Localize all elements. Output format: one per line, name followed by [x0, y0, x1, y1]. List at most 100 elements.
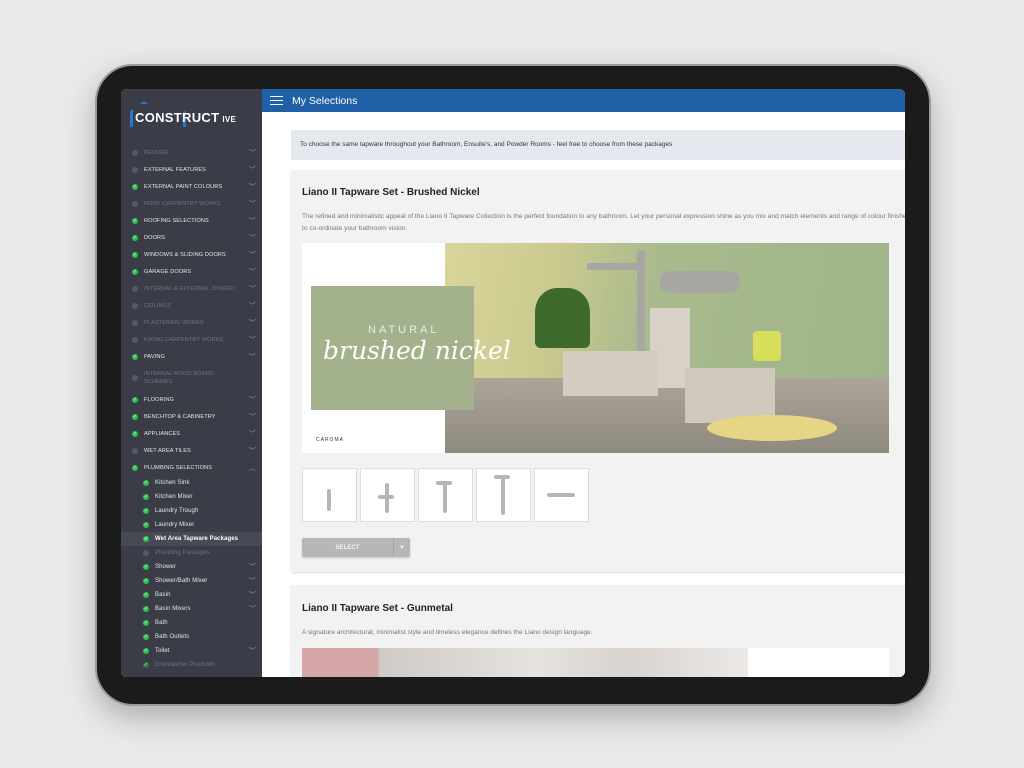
sidebar-item[interactable]: ✓ EXTERNAL PAINT COLOURS ﹀: [121, 178, 262, 195]
sidebar-item[interactable]: FIXING CARPENTRY WORKS ﹀: [121, 331, 262, 348]
sidebar-item-label: ROOFING SELECTIONS: [144, 217, 209, 224]
sidebar-item[interactable]: RENDER ﹀: [121, 144, 262, 161]
sidebar-item-label: EXTERNAL FEATURES: [144, 166, 206, 173]
thumbnail[interactable]: [476, 468, 531, 522]
sidebar-subitem[interactable]: ✓ Wet Area Tapware Packages: [121, 532, 262, 546]
sidebar-item[interactable]: ✓ BENCHTOP & CABINETRY ﹀: [121, 408, 262, 425]
thumbnail[interactable]: [534, 468, 589, 522]
status-dot-icon: [132, 375, 138, 381]
check-circle-icon: ✓: [132, 353, 138, 360]
sidebar-item-label: ROOF CARPENTRY WORKS: [144, 200, 221, 207]
menu-icon[interactable]: [270, 95, 283, 106]
package-description: A signature architectural, minimalist st…: [302, 629, 593, 636]
status-dot-icon: [132, 336, 138, 343]
status-dot-icon: [143, 550, 149, 556]
chevron-down-icon[interactable]: ﹀: [249, 429, 256, 439]
sidebar-subitem[interactable]: ✓ Bath Outlets: [121, 630, 262, 644]
sidebar-item-label: WET AREA TILES: [144, 447, 191, 454]
sidebar-item[interactable]: ROOF CARPENTRY WORKS ﹀: [121, 195, 262, 212]
chevron-down-icon[interactable]: ﹀: [249, 335, 256, 345]
sidebar-subitem[interactable]: Plumbing Packages: [121, 546, 262, 560]
chevron-down-icon[interactable]: ﹀: [249, 216, 256, 226]
chevron-down-icon[interactable]: ﹀: [249, 301, 256, 311]
sidebar-item-label: Laundry Trough: [155, 508, 199, 514]
chevron-down-icon[interactable]: ﹀: [249, 318, 256, 328]
sidebar-item-label: Shower/Bath Mixer: [155, 578, 208, 584]
sidebar-item-label: Bath: [155, 620, 168, 626]
chevron-down-icon[interactable]: ﹀: [249, 395, 256, 405]
sidebar-item[interactable]: ✓ WINDOWS & SLIDING DOORS ﹀: [121, 246, 262, 263]
sidebar-item[interactable]: ✓ DOORS ﹀: [121, 229, 262, 246]
sidebar-item[interactable]: ✓ ROOFING SELECTIONS ﹀: [121, 212, 262, 229]
sidebar-subitem[interactable]: ✓ Shower/Bath Mixer ﹀: [121, 574, 262, 588]
check-circle-icon: ✓: [132, 430, 138, 437]
chevron-up-icon[interactable]: ︿: [249, 463, 256, 473]
check-circle-icon: ✓: [132, 268, 138, 275]
chevron-down-icon[interactable]: ﹀: [249, 562, 256, 572]
sidebar-subitem[interactable]: ✓ Kitchen Mixer: [121, 490, 262, 504]
sidebar-item[interactable]: ✓ APPLIANCES ﹀: [121, 425, 262, 442]
package-description: The refined and minimalistic appeal of t…: [302, 213, 905, 232]
chevron-down-icon[interactable]: ﹀: [249, 576, 256, 586]
check-circle-icon: ✓: [132, 396, 138, 403]
chevron-down-icon[interactable]: ﹀: [249, 250, 256, 260]
chevron-down-icon[interactable]: ﹀: [249, 590, 256, 600]
chevron-down-icon[interactable]: ﹀: [249, 352, 256, 362]
sidebar-item[interactable]: INTERNAL & EXTERNAL JOINERY ﹀: [121, 280, 262, 297]
sidebar-item[interactable]: ✓ FLOORING ﹀: [121, 391, 262, 408]
status-dot-icon: [132, 447, 138, 454]
chevron-down-icon[interactable]: ▼: [393, 538, 410, 557]
chevron-down-icon[interactable]: ﹀: [249, 182, 256, 192]
thumbnail[interactable]: [360, 468, 415, 522]
chevron-down-icon[interactable]: ﹀: [249, 284, 256, 294]
chevron-down-icon[interactable]: ﹀: [249, 148, 256, 158]
sidebar-item[interactable]: ✓ PLUMBING SELECTIONS ︿: [121, 459, 262, 476]
sidebar-subitem[interactable]: ✓ Dishwasher Provision: [121, 658, 262, 672]
chevron-down-icon[interactable]: ﹀: [249, 412, 256, 422]
check-circle-icon: ✓: [143, 620, 149, 626]
sidebar-subitem[interactable]: ✓ Basin Mixers ﹀: [121, 602, 262, 616]
sidebar-item[interactable]: PLASTERING WORKS ﹀: [121, 314, 262, 331]
select-label[interactable]: SELECT: [302, 538, 393, 557]
chevron-down-icon[interactable]: ﹀: [249, 604, 256, 614]
sidebar-subitem[interactable]: ✓ Shower ﹀: [121, 560, 262, 574]
sidebar-item[interactable]: INTERNAL MOOD BOARD SCHEMES: [121, 365, 262, 391]
chevron-down-icon[interactable]: ﹀: [249, 199, 256, 209]
sidebar-subitem[interactable]: ✓ Kitchen Sink: [121, 476, 262, 490]
package-hero-image[interactable]: NATURAL brushed nickel CAROMA: [302, 243, 889, 453]
sidebar-item-label: Toilet: [155, 648, 170, 654]
select-button[interactable]: SELECT ▼: [302, 538, 410, 557]
chevron-down-icon[interactable]: ﹀: [249, 233, 256, 243]
sidebar-subitem[interactable]: ✓ Laundry Trough: [121, 504, 262, 518]
chevron-down-icon[interactable]: ﹀: [249, 646, 256, 656]
thumbnail[interactable]: [302, 468, 357, 522]
sidebar-item[interactable]: CEILINGS ﹀: [121, 297, 262, 314]
chevron-down-icon[interactable]: ﹀: [249, 267, 256, 277]
thumbnail[interactable]: [418, 468, 473, 522]
sidebar-item-label: RENDER: [144, 149, 169, 156]
sidebar-item-label: Basin Mixers: [155, 606, 191, 612]
header: My Selections: [262, 89, 905, 112]
sidebar-item[interactable]: ✓ GARAGE DOORS ﹀: [121, 263, 262, 280]
thumbnail-strip: [302, 468, 589, 522]
chevron-down-icon[interactable]: ﹀: [249, 165, 256, 175]
sidebar-subitem[interactable]: ✓ Basin ﹀: [121, 588, 262, 602]
sidebar-item[interactable]: EXTERNAL FEATURES ﹀: [121, 161, 262, 178]
logo-text: CONSTRUCT: [135, 110, 220, 125]
sidebar-subitem[interactable]: ✓ Toilet ﹀: [121, 644, 262, 658]
sidebar-item[interactable]: WET AREA TILES ﹀: [121, 442, 262, 459]
package-title: Liano II Tapware Set - Gunmetal: [302, 603, 453, 614]
sidebar-item-label: BENCHTOP & CABINETRY: [144, 413, 216, 420]
sidebar-subitem[interactable]: ✓ Bath: [121, 616, 262, 630]
sidebar-item[interactable]: ✓ PAVING ﹀: [121, 348, 262, 365]
check-circle-icon: ✓: [132, 183, 138, 190]
sidebar-item-label: APPLIANCES: [144, 430, 181, 437]
check-circle-icon: ✓: [132, 217, 138, 224]
sidebar-item-label: CEILINGS: [144, 302, 171, 309]
package-hero-image[interactable]: [302, 648, 889, 677]
sidebar-subitem[interactable]: ✓ Laundry Mixer: [121, 518, 262, 532]
sidebar-item-label: Shower: [155, 564, 176, 570]
sidebar-item-label: Basin: [155, 592, 171, 598]
chevron-down-icon[interactable]: ﹀: [249, 446, 256, 456]
check-circle-icon: ✓: [143, 662, 149, 668]
